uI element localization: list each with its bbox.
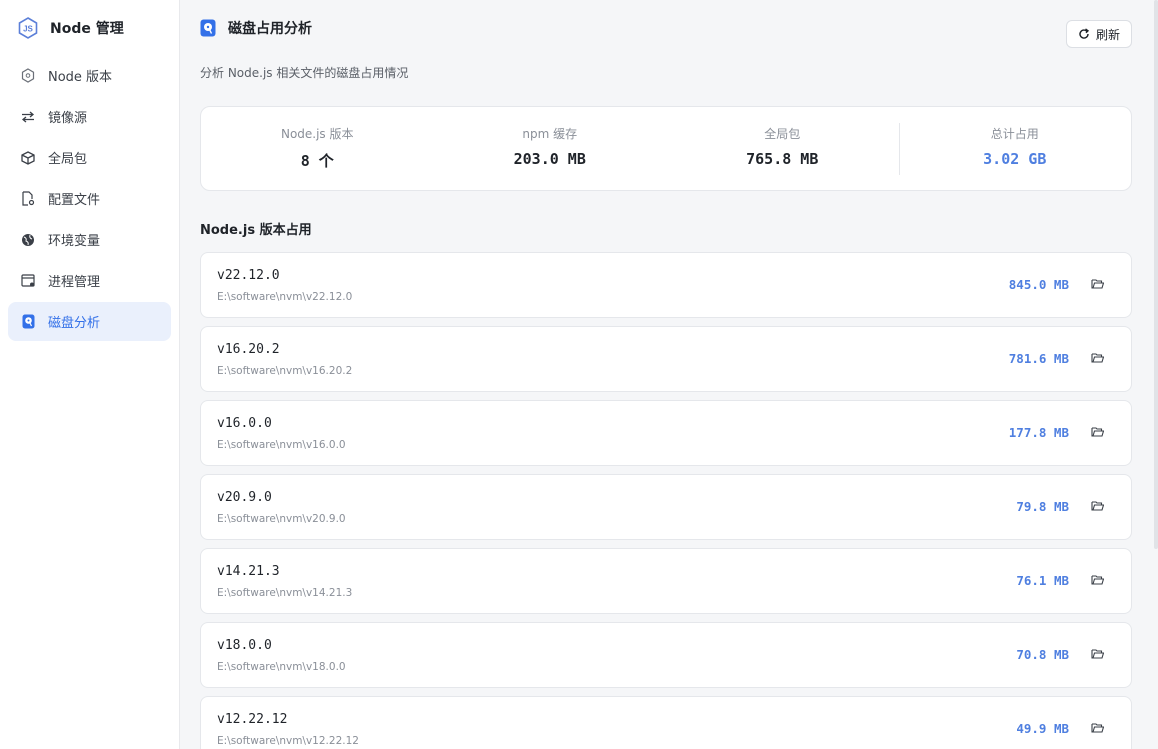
version-size: 177.8 MB — [1008, 425, 1069, 440]
version-path: E:\software\nvm\v22.12.0 — [217, 291, 353, 303]
app-title: Node 管理 — [50, 21, 124, 37]
disk-icon — [20, 314, 36, 330]
sidebar-item-mirrors[interactable]: 镜像源 — [8, 97, 171, 136]
stat-label: 全局包 — [764, 126, 801, 141]
scrollbar[interactable] — [1154, 0, 1158, 549]
swap-arrows-icon — [20, 109, 36, 125]
refresh-icon — [1078, 28, 1090, 40]
open-folder-icon[interactable] — [1091, 722, 1105, 736]
open-folder-icon[interactable] — [1091, 648, 1105, 662]
version-path: E:\software\nvm\v14.21.3 — [217, 587, 353, 599]
config-file-icon — [20, 191, 36, 207]
sidebar-nav: Node 版本 镜像源 全局包 配置文件 环境变量 进程管理 磁盘分析 — [0, 56, 179, 341]
version-path: E:\software\nvm\v18.0.0 — [217, 661, 346, 673]
version-size: 76.1 MB — [1016, 573, 1069, 588]
version-size: 79.8 MB — [1016, 499, 1069, 514]
open-folder-icon[interactable] — [1091, 278, 1105, 292]
version-name: v16.20.2 — [217, 342, 280, 357]
refresh-button[interactable]: 刷新 — [1066, 20, 1132, 48]
refresh-label: 刷新 — [1095, 27, 1120, 42]
list-item: v16.0.0 E:\software\nvm\v16.0.0 177.8 MB — [200, 400, 1132, 466]
version-path: E:\software\nvm\v12.22.12 — [217, 735, 359, 747]
list-item: v12.22.12 E:\software\nvm\v12.22.12 49.9… — [200, 696, 1132, 749]
sidebar-item-label: Node 版本 — [48, 70, 113, 85]
version-size: 70.8 MB — [1016, 647, 1069, 662]
process-window-icon — [20, 273, 36, 289]
sidebar: JS Node 管理 Node 版本 镜像源 全局包 配置文件 环境变量 进程管… — [0, 0, 180, 749]
version-size: 845.0 MB — [1008, 277, 1069, 292]
open-folder-icon[interactable] — [1091, 574, 1105, 588]
brand: JS Node 管理 — [0, 0, 179, 56]
version-name: v22.12.0 — [217, 268, 280, 283]
sidebar-item-label: 全局包 — [48, 152, 88, 167]
stat-value: 203.0 MB — [513, 149, 586, 168]
version-path: E:\software\nvm\v16.0.0 — [217, 439, 346, 451]
globe-icon — [20, 232, 36, 248]
list-item: v18.0.0 E:\software\nvm\v18.0.0 70.8 MB — [200, 622, 1132, 688]
node-hex-icon — [20, 68, 36, 84]
js-hex-logo-icon: JS — [18, 17, 38, 39]
version-path: E:\software\nvm\v16.20.2 — [217, 365, 353, 377]
package-box-icon — [20, 150, 36, 166]
sidebar-item-processes[interactable]: 进程管理 — [8, 261, 171, 300]
open-folder-icon[interactable] — [1091, 500, 1105, 514]
page-subtitle: 分析 Node.js 相关文件的磁盘占用情况 — [200, 66, 409, 80]
sidebar-item-env-vars[interactable]: 环境变量 — [8, 220, 171, 259]
version-name: v14.21.3 — [217, 564, 280, 579]
disk-icon — [200, 19, 216, 37]
stat-total: 总计占用 3.02 GB — [898, 122, 1132, 175]
version-name: v18.0.0 — [217, 638, 272, 653]
sidebar-item-label: 环境变量 — [48, 234, 101, 249]
svg-text:JS: JS — [23, 25, 33, 34]
stat-value: 3.02 GB — [983, 149, 1047, 168]
stat-label: npm 缓存 — [522, 126, 578, 141]
stats-summary-card: Node.js 版本 8 个 npm 缓存 203.0 MB 全局包 765.8… — [200, 106, 1132, 191]
stat-global-packages: 全局包 765.8 MB — [666, 123, 899, 175]
section-title: Node.js 版本占用 — [200, 223, 312, 238]
version-list: v22.12.0 E:\software\nvm\v22.12.0 845.0 … — [200, 252, 1132, 749]
page-title: 磁盘占用分析 — [228, 21, 312, 37]
stat-npm-cache: npm 缓存 203.0 MB — [434, 123, 667, 175]
version-name: v12.22.12 — [217, 712, 288, 727]
version-path: E:\software\nvm\v20.9.0 — [217, 513, 346, 525]
sidebar-item-node-versions[interactable]: Node 版本 — [8, 56, 171, 95]
main-content: 磁盘占用分析 刷新 分析 Node.js 相关文件的磁盘占用情况 Node.js… — [181, 0, 1151, 749]
sidebar-item-label: 进程管理 — [48, 275, 101, 290]
sidebar-item-global-packages[interactable]: 全局包 — [8, 138, 171, 177]
list-item: v14.21.3 E:\software\nvm\v14.21.3 76.1 M… — [200, 548, 1132, 614]
open-folder-icon[interactable] — [1091, 352, 1105, 366]
version-size: 49.9 MB — [1016, 721, 1069, 736]
version-name: v20.9.0 — [217, 490, 272, 505]
list-item: v20.9.0 E:\software\nvm\v20.9.0 79.8 MB — [200, 474, 1132, 540]
sidebar-item-config-files[interactable]: 配置文件 — [8, 179, 171, 218]
sidebar-item-disk-analysis[interactable]: 磁盘分析 — [8, 302, 171, 341]
page-header: 磁盘占用分析 刷新 — [200, 0, 1132, 56]
open-folder-icon[interactable] — [1091, 426, 1105, 440]
stat-label: 总计占用 — [990, 126, 1039, 141]
stat-value: 765.8 MB — [746, 149, 819, 168]
stat-node-versions: Node.js 版本 8 个 — [201, 123, 434, 175]
sidebar-item-label: 磁盘分析 — [48, 316, 101, 331]
list-item: v16.20.2 E:\software\nvm\v16.20.2 781.6 … — [200, 326, 1132, 392]
sidebar-item-label: 配置文件 — [48, 193, 101, 208]
version-name: v16.0.0 — [217, 416, 272, 431]
list-item: v22.12.0 E:\software\nvm\v22.12.0 845.0 … — [200, 252, 1132, 318]
sidebar-item-label: 镜像源 — [48, 111, 88, 126]
stat-value: 8 个 — [300, 151, 334, 170]
stat-label: Node.js 版本 — [280, 126, 354, 141]
version-size: 781.6 MB — [1008, 351, 1069, 366]
